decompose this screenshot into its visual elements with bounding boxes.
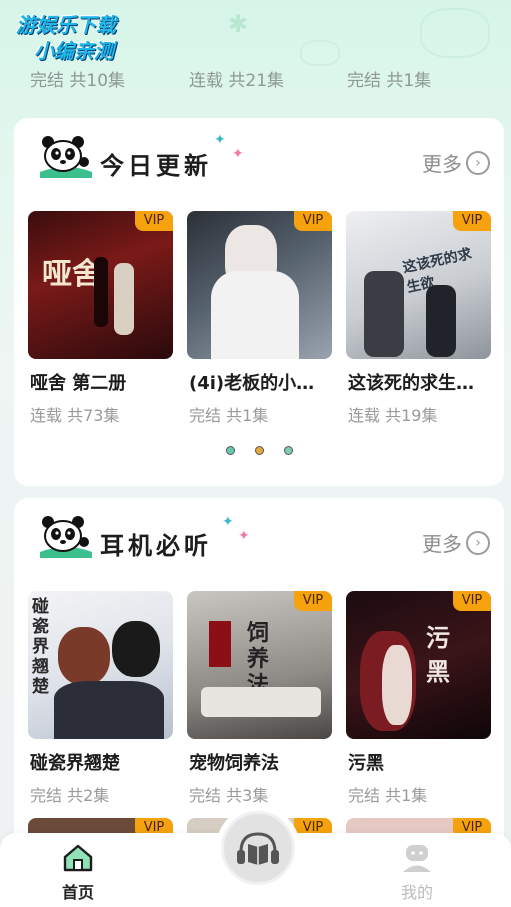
cover-image: 碰瓷界翘楚 bbox=[28, 591, 173, 739]
decorative-star-icon: ✱ bbox=[228, 10, 249, 38]
sparkle-icon: ✦ bbox=[222, 514, 234, 530]
item-title: 这该死的求生… bbox=[348, 373, 474, 394]
player-button-inner bbox=[221, 811, 295, 885]
more-button[interactable]: 更多 › bbox=[422, 528, 490, 557]
cover-title-text: 碰瓷界翘楚 bbox=[32, 597, 49, 697]
section-title: 今日更新 bbox=[100, 152, 212, 180]
cover-image: 污黑 VIP bbox=[346, 591, 491, 739]
panda-mascot-icon bbox=[40, 516, 92, 558]
cover-image: 饲养法 VIP bbox=[187, 591, 332, 739]
item-meta: 连载 共19集 bbox=[348, 406, 438, 425]
page-dot[interactable] bbox=[225, 446, 235, 455]
page-dot[interactable] bbox=[283, 446, 293, 455]
vip-badge: VIP bbox=[294, 211, 332, 231]
tab-label: 首页 bbox=[61, 883, 94, 902]
top-strip: ✱ 游娱乐下载 小编亲测 完结 共10集 连载 共21集 完结 共1集 bbox=[0, 0, 511, 110]
cover-image: VIP bbox=[187, 211, 332, 359]
decorative-blob bbox=[420, 8, 490, 58]
vip-badge: VIP bbox=[453, 211, 491, 231]
item-title: 碰瓷界翘楚 bbox=[30, 753, 120, 774]
chevron-right-icon: › bbox=[466, 150, 490, 175]
cover-title-text: 哑舍 bbox=[42, 257, 102, 292]
watermark: 游娱乐下载 小编亲测 bbox=[16, 12, 156, 64]
item-meta: 完结 共1集 bbox=[347, 71, 432, 91]
page-dot-active[interactable] bbox=[254, 446, 264, 455]
panda-mascot-icon bbox=[40, 136, 92, 178]
section-header: 今日更新 ✦ ✦ 更多 › bbox=[14, 118, 504, 204]
profile-icon bbox=[403, 845, 431, 872]
item-meta: 完结 共10集 bbox=[30, 71, 126, 91]
item-meta: 连载 共21集 bbox=[189, 71, 285, 91]
tab-home[interactable]: 首页 bbox=[38, 843, 118, 903]
tab-label: 我的 bbox=[400, 883, 433, 902]
cover-title-text: 污黑 bbox=[426, 624, 450, 686]
section-header: 耳机必听 ✦ ✦ 更多 › bbox=[14, 498, 504, 584]
today-update-section: 今日更新 ✦ ✦ 更多 › 哑舍 VIP 哑舍 第二册 连载 共73集 VIP bbox=[14, 118, 504, 486]
item-title: 哑舍 第二册 bbox=[30, 373, 127, 394]
item-meta: 完结 共1集 bbox=[348, 786, 428, 805]
item-meta: 连载 共73集 bbox=[30, 406, 120, 425]
item-meta: 完结 共2集 bbox=[30, 786, 110, 805]
sparkle-icon: ✦ bbox=[232, 146, 244, 162]
watermark-line: 小编亲测 bbox=[34, 39, 114, 63]
chevron-right-icon: › bbox=[466, 530, 490, 555]
vip-badge: VIP bbox=[453, 591, 491, 611]
decorative-blob bbox=[300, 40, 340, 66]
item-title: 宠物饲养法 bbox=[189, 753, 279, 774]
item-meta: 完结 共1集 bbox=[189, 406, 269, 425]
home-icon bbox=[63, 844, 93, 872]
sparkle-icon: ✦ bbox=[214, 132, 226, 148]
item-title: (4i)老板的小… bbox=[189, 373, 315, 394]
vip-badge: VIP bbox=[135, 211, 173, 231]
cover-image: 这该死的求生欲 VIP bbox=[346, 211, 491, 359]
sparkle-icon: ✦ bbox=[238, 528, 250, 544]
headphone-book-icon bbox=[237, 832, 279, 865]
vip-badge: VIP bbox=[294, 591, 332, 611]
more-button[interactable]: 更多 › bbox=[422, 148, 490, 177]
page-indicator bbox=[14, 446, 504, 455]
tab-mine[interactable]: 我的 bbox=[377, 843, 457, 903]
section-title: 耳机必听 bbox=[100, 532, 212, 560]
more-label: 更多 bbox=[422, 152, 462, 176]
item-title: 污黑 bbox=[348, 753, 384, 774]
cover-image: 哑舍 VIP bbox=[28, 211, 173, 359]
more-label: 更多 bbox=[422, 532, 462, 556]
item-meta: 完结 共3集 bbox=[189, 786, 269, 805]
watermark-line: 游娱乐下载 bbox=[16, 13, 116, 37]
player-button[interactable] bbox=[216, 806, 300, 890]
